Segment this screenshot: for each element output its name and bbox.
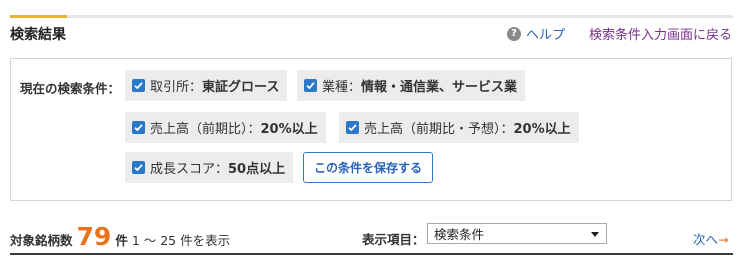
table-top-rule <box>10 253 733 255</box>
checkbox-checked-icon[interactable] <box>132 161 145 174</box>
condition-value: 20%以上 <box>260 122 318 137</box>
condition-value: 50点以上 <box>228 162 286 177</box>
result-count-label: 対象銘柄数 <box>10 233 73 248</box>
next-label: 次へ <box>693 232 719 247</box>
condition-value: 東証グロース <box>202 80 280 95</box>
result-count-number: 79 <box>76 222 112 251</box>
conditions-label: 現在の検索条件： <box>20 81 121 96</box>
save-condition-button[interactable]: この条件を保存する <box>303 152 433 183</box>
display-items-selected: 検索条件 <box>434 227 485 242</box>
condition-name: 業種： <box>322 80 362 95</box>
checkbox-checked-icon[interactable] <box>304 79 317 92</box>
help-link[interactable]: ? ヘルプ <box>507 24 565 43</box>
page-title: 検索結果 <box>10 27 66 43</box>
condition-chip-sales-growth[interactable]: 売上高（前期比）： 20%以上 <box>125 112 326 143</box>
condition-value: 20%以上 <box>513 122 571 137</box>
arrow-right-icon: → <box>718 232 729 247</box>
condition-name: 売上高（前期比）： <box>150 122 261 137</box>
checkbox-checked-icon[interactable] <box>132 79 145 92</box>
next-page-link[interactable]: 次へ→ <box>693 229 729 248</box>
display-items-select[interactable]: 検索条件 <box>427 223 607 244</box>
condition-chip-sales-growth-forecast[interactable]: 売上高（前期比・予想）： 20%以上 <box>339 112 579 143</box>
condition-name: 取引所： <box>150 80 203 95</box>
checkbox-checked-icon[interactable] <box>346 121 359 134</box>
header-rule <box>10 15 733 18</box>
help-label[interactable]: ヘルプ <box>526 24 565 43</box>
checkbox-checked-icon[interactable] <box>132 121 145 134</box>
help-icon: ? <box>507 26 521 41</box>
condition-name: 成長スコア： <box>150 162 229 177</box>
back-to-search-link[interactable]: 検索条件入力画面に戻る <box>589 24 732 43</box>
result-count: 対象銘柄数 79 件 1 ～ 25 件を表示 <box>10 222 230 251</box>
condition-chip-exchange[interactable]: 取引所： 東証グロース <box>125 70 288 101</box>
condition-value: 情報・通信業、サービス業 <box>361 80 518 95</box>
condition-chip-growth-score[interactable]: 成長スコア： 50点以上 <box>125 152 294 183</box>
condition-chip-industry[interactable]: 業種： 情報・通信業、サービス業 <box>297 70 526 101</box>
dropdown-caret-icon <box>591 232 599 237</box>
condition-name: 売上高（前期比・予想）： <box>364 122 514 137</box>
result-range: 1 ～ 25 件を表示 <box>131 233 231 248</box>
header-accent-bar <box>10 15 67 18</box>
result-count-unit: 件 <box>115 233 128 248</box>
display-items-label: 表示項目： <box>362 232 425 247</box>
